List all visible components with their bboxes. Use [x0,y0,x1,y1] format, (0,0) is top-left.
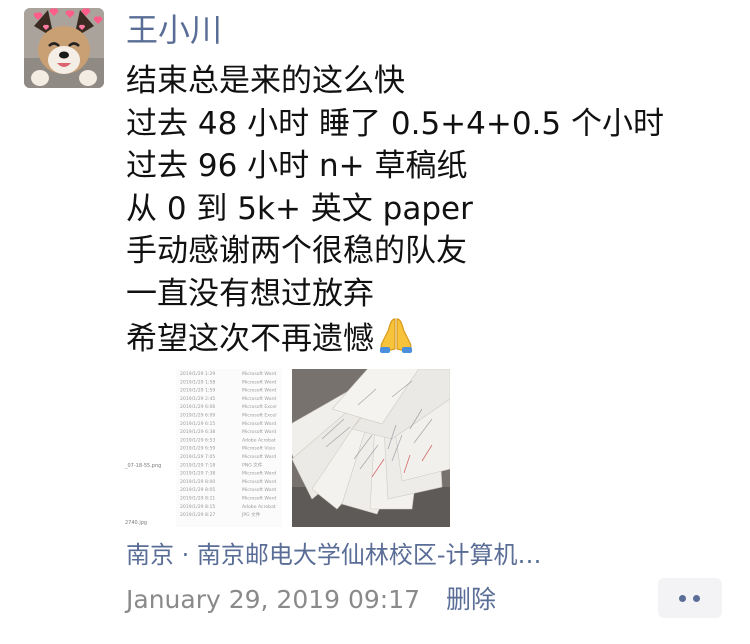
file-row-date: 2019/1/29 7:18 [180,462,215,468]
file-row-date: 2019/1/29 8:27 [180,512,215,518]
file-row-type: Microsoft Word [242,471,276,477]
post-line: 结束总是来的这么快 [126,63,405,99]
post-line-text: 希望这次不再遗憾 [126,321,374,357]
file-row-type: Microsoft Word [242,421,276,427]
image-thumbnail-file-list[interactable]: 2019/1/29 1:29 Microsoft Word 2019/1/29 1:… [124,369,282,527]
file-row-type: Microsoft Word [242,396,276,402]
post-timestamp: January 29, 2019 09:17 [126,585,421,614]
username[interactable]: 王小川 [126,10,222,50]
file-row-type: Microsoft Word [242,479,276,485]
file-row-date: 2019/1/29 1:59 [180,388,215,394]
file-row-date: 2019/1/29 6:15 [180,421,215,427]
file-row-type: PNG 文件 [242,461,263,468]
file-row-type: Adobe Acrobat [242,504,276,510]
file-name-label: _07-18-55.png [124,463,161,469]
post-line: 手动感谢两个很稳的队友 [126,233,467,269]
file-name-label: 2740.jpg [125,520,147,526]
file-row-date: 2019/1/29 8:15 [180,504,215,510]
avatar[interactable] [24,8,104,88]
file-row-date: 2019/1/29 6:53 [180,437,215,443]
file-row-date: 2019/1/29 8:00 [180,479,215,485]
post-line: 过去 96 小时 n+ 草稿纸 [126,148,468,184]
file-row-type: Adobe Acrobat [242,437,276,443]
file-row-date: 2019/1/29 1:29 [180,371,215,377]
post-line: 过去 48 小时 睡了 0.5+4+0.5 个小时 [126,105,664,142]
dot [679,595,686,602]
post-line-last: 希望这次不再遗憾 [126,315,726,365]
file-row-date: 2019/1/29 7:38 [180,471,215,477]
file-row-type: Microsoft Excel [242,404,277,410]
location-link[interactable]: 南京 · 南京邮电大学仙林校区-计算机… [126,538,626,572]
file-row-date: 2019/1/29 7:05 [180,454,215,460]
post-text: 结束总是来的这么快 过去 48 小时 睡了 0.5+4+0.5 个小时 过去 9… [126,60,726,365]
file-row-date: 2019/1/29 6:59 [180,446,215,452]
file-row-type: Microsoft Word [242,454,276,460]
file-row-type: Microsoft Word [242,496,276,502]
file-row-type: Microsoft Word [242,388,276,394]
image-thumbnail-scratch-papers[interactable] [292,369,450,527]
file-row-type: Microsoft Word [242,487,276,493]
file-list-screenshot: 2019/1/29 1:29 Microsoft Word 2019/1/29 1:… [124,369,282,527]
delete-link[interactable]: 删除 [446,583,496,617]
file-row-date: 2019/1/29 6:38 [180,429,215,435]
folded-hands-icon [376,315,416,365]
post-line: 从 0 到 5k+ 英文 paper [126,190,473,227]
file-row-date: 2019/1/29 6:06 [180,404,215,410]
file-row-date: 2019/1/29 2:45 [180,396,215,402]
file-row-date: 2019/1/29 6:09 [180,413,215,419]
file-row-type: JPG 文件 [241,511,261,518]
post-line: 一直没有想过放弃 [126,275,374,312]
file-row-type: Microsoft Word [242,371,276,377]
file-row-type: Microsoft Visio [242,446,275,452]
file-row-type: Microsoft Word [242,379,276,385]
dot [693,595,700,602]
file-row-date: 2019/1/29 8:11 [180,496,215,502]
file-row-type: Microsoft Excel [242,413,277,419]
more-options-button[interactable] [658,578,722,618]
scratch-paper-photo [292,369,450,527]
file-row-date: 2019/1/29 1:58 [180,379,215,385]
file-row-type: Microsoft Word [242,429,276,435]
file-row-date: 2019/1/29 8:05 [180,487,215,493]
